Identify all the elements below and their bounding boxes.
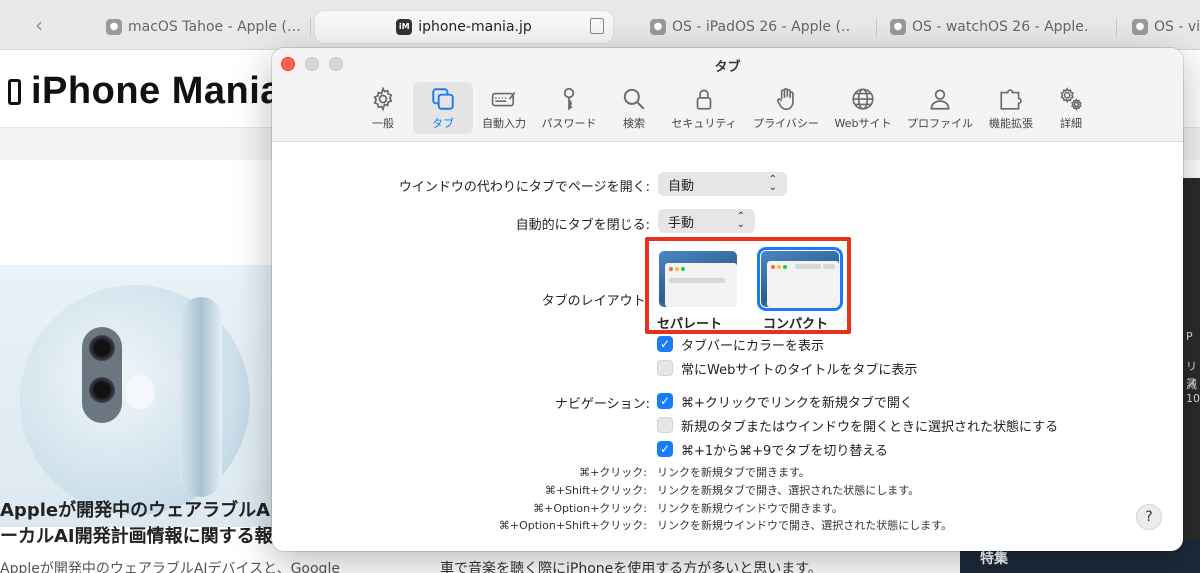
open-pages-popup[interactable]: 自動 ⌃ ⌄ [658, 172, 787, 196]
tab-search[interactable]: 検索 [617, 82, 651, 134]
apple-icon: ● [890, 19, 906, 35]
puzzle-icon [1000, 89, 1022, 110]
back-chevron-icon[interactable]: ‹ [28, 14, 50, 36]
phone-icon [8, 79, 21, 105]
auto-close-label: 自動的にタブを閉じる: [515, 218, 650, 233]
always-show-title-checkbox[interactable] [657, 360, 673, 376]
browser-tab-bar: ‹ ● macOS Tahoe - Apple (… iM iphone-man… [0, 0, 1200, 50]
autofill-icon [491, 91, 516, 107]
iphone-mania-favicon-icon: iM [396, 19, 413, 35]
browser-tab-visionos[interactable]: ● OS - vis [1122, 10, 1200, 44]
apple-logo-icon [125, 375, 155, 409]
gear-icon [373, 86, 393, 112]
tab-passwords[interactable]: パスワード [539, 82, 599, 134]
browser-tab-label: OS - iPadOS 26 - Apple (… [672, 19, 850, 35]
show-color-checkbox[interactable]: ✓ [657, 336, 673, 352]
chevron-up-down-icon: ⌃ ⌄ [768, 174, 777, 193]
show-color-label: タブバーにカラーを表示 [681, 339, 825, 354]
article-title[interactable]: Appleが開発中のウェアラブルA ーカルAI開発計画情報に関する報 [0, 498, 273, 550]
key-icon [563, 87, 575, 111]
tab-profiles[interactable]: プロファイル [906, 82, 974, 134]
tab-divider [876, 18, 877, 36]
layout-highlight-box: セパレート コンパクト [645, 237, 851, 334]
globe-icon [852, 88, 874, 110]
search-icon [623, 88, 645, 110]
tab-advanced[interactable]: 詳細 [1054, 82, 1088, 134]
camera-module [82, 327, 122, 423]
tab-extensions[interactable]: 機能拡張 [986, 82, 1036, 134]
device-side-view [180, 297, 222, 497]
browser-tab-label: OS - vis [1154, 19, 1200, 35]
tab-layout-label: タブのレイアウト: [541, 294, 650, 309]
tab-privacy[interactable]: プライバシー [751, 82, 821, 134]
select-new-tab-label: 新規のタブまたはウインドウを開くときに選択された状態にする [681, 420, 1059, 435]
preferences-toolbar: タブ 一般 タブ 自動入力 パスワード 検索 セキュリティ プライバシー Web… [272, 48, 1183, 142]
shortcut-description: リンクを新規ウインドウで開き、選択された状態にします。 [657, 519, 953, 532]
window-title: タブ [714, 60, 741, 75]
tab-autofill[interactable]: 自動入力 [481, 82, 527, 134]
shortcut-key: ⌘+Option+クリック: [533, 502, 647, 515]
browser-tab-macos[interactable]: ● macOS Tahoe - Apple (… [96, 10, 306, 44]
cmd-number-switch-checkbox[interactable]: ✓ [657, 441, 673, 457]
site-logo[interactable]: iPhone Mania [8, 70, 282, 113]
shortcut-description: リンクを新規タブで開きます。 [657, 466, 810, 479]
tab-general[interactable]: 一般 [366, 82, 400, 134]
apple-icon: ● [106, 19, 122, 35]
preferences-window: タブ 一般 タブ 自動入力 パスワード 検索 セキュリティ プライバシー Web… [272, 48, 1183, 551]
tab-websites[interactable]: Webサイト [832, 82, 894, 134]
article-description-right: 車で音楽を聴く際にiPhoneを使用する方が多いと思います。 [440, 561, 822, 573]
browser-tab-ipados[interactable]: ● OS - iPadOS 26 - Apple (… [640, 10, 850, 44]
open-pages-label: ウインドウの代わりにタブでページを開く: [398, 180, 650, 195]
gears-icon [1060, 87, 1082, 111]
help-button[interactable]: ? [1136, 504, 1162, 530]
browser-tab-label: iphone-mania.jp [418, 19, 532, 35]
tab-divider [310, 18, 311, 36]
tab-divider [1116, 18, 1117, 36]
browser-tab-watchos[interactable]: ● OS - watchOS 26 - Apple… [880, 10, 1090, 44]
tabs-icon [432, 88, 454, 110]
auto-close-popup[interactable]: 手動 ⌃ ⌄ [658, 209, 755, 233]
layout-separate-option[interactable] [659, 251, 737, 307]
always-show-title-label: 常にWebサイトのタイトルをタブに表示 [681, 363, 918, 378]
browser-tab-iphone-mania[interactable]: iM iphone-mania.jp [314, 10, 614, 44]
camera-lens [89, 377, 115, 403]
article-description: Appleが開発中のウェアラブルAIデバイスと、Google [0, 561, 340, 573]
apple-icon: ● [1132, 19, 1148, 35]
browser-tab-label: OS - watchOS 26 - Apple… [912, 19, 1090, 35]
sidebar-text: P [1186, 330, 1193, 343]
layout-separate-label: セパレート [657, 317, 723, 332]
cmd-number-switch-label: ⌘+1から⌘+9でタブを切り替える [681, 444, 888, 459]
select-new-tab-checkbox[interactable] [657, 417, 673, 433]
layout-compact-label: コンパクト [763, 317, 829, 332]
tab-security[interactable]: セキュリティ [670, 82, 738, 134]
lock-icon [696, 89, 712, 110]
shortcut-key: ⌘+クリック: [579, 466, 647, 479]
chevron-up-down-icon: ⌃ ⌄ [736, 211, 745, 230]
camera-lens [89, 335, 115, 361]
article-hero-image[interactable] [0, 265, 275, 527]
navigation-label: ナビゲーション: [554, 397, 650, 412]
person-icon [930, 89, 950, 110]
apple-icon: ● [650, 19, 666, 35]
layout-compact-option[interactable] [757, 247, 843, 311]
tab-tabs[interactable]: タブ [413, 82, 473, 134]
shortcut-description: リンクを新規ウインドウで開きます。 [657, 502, 843, 515]
shortcut-key: ⌘+Shift+クリック: [544, 484, 647, 497]
shortcut-key: ⌘+Option+Shift+クリック: [498, 519, 647, 532]
sidebar-text: 減10 [1186, 378, 1200, 405]
cmd-click-new-tab-label: ⌘+クリックでリンクを新規タブで開く [681, 396, 913, 411]
reader-view-icon[interactable] [590, 18, 604, 34]
cmd-click-new-tab-checkbox[interactable]: ✓ [657, 393, 673, 409]
shortcut-description: リンクを新規タブで開き、選択された状態にします。 [657, 484, 920, 497]
browser-tab-label: macOS Tahoe - Apple (… [128, 19, 301, 35]
hand-icon [776, 87, 794, 111]
